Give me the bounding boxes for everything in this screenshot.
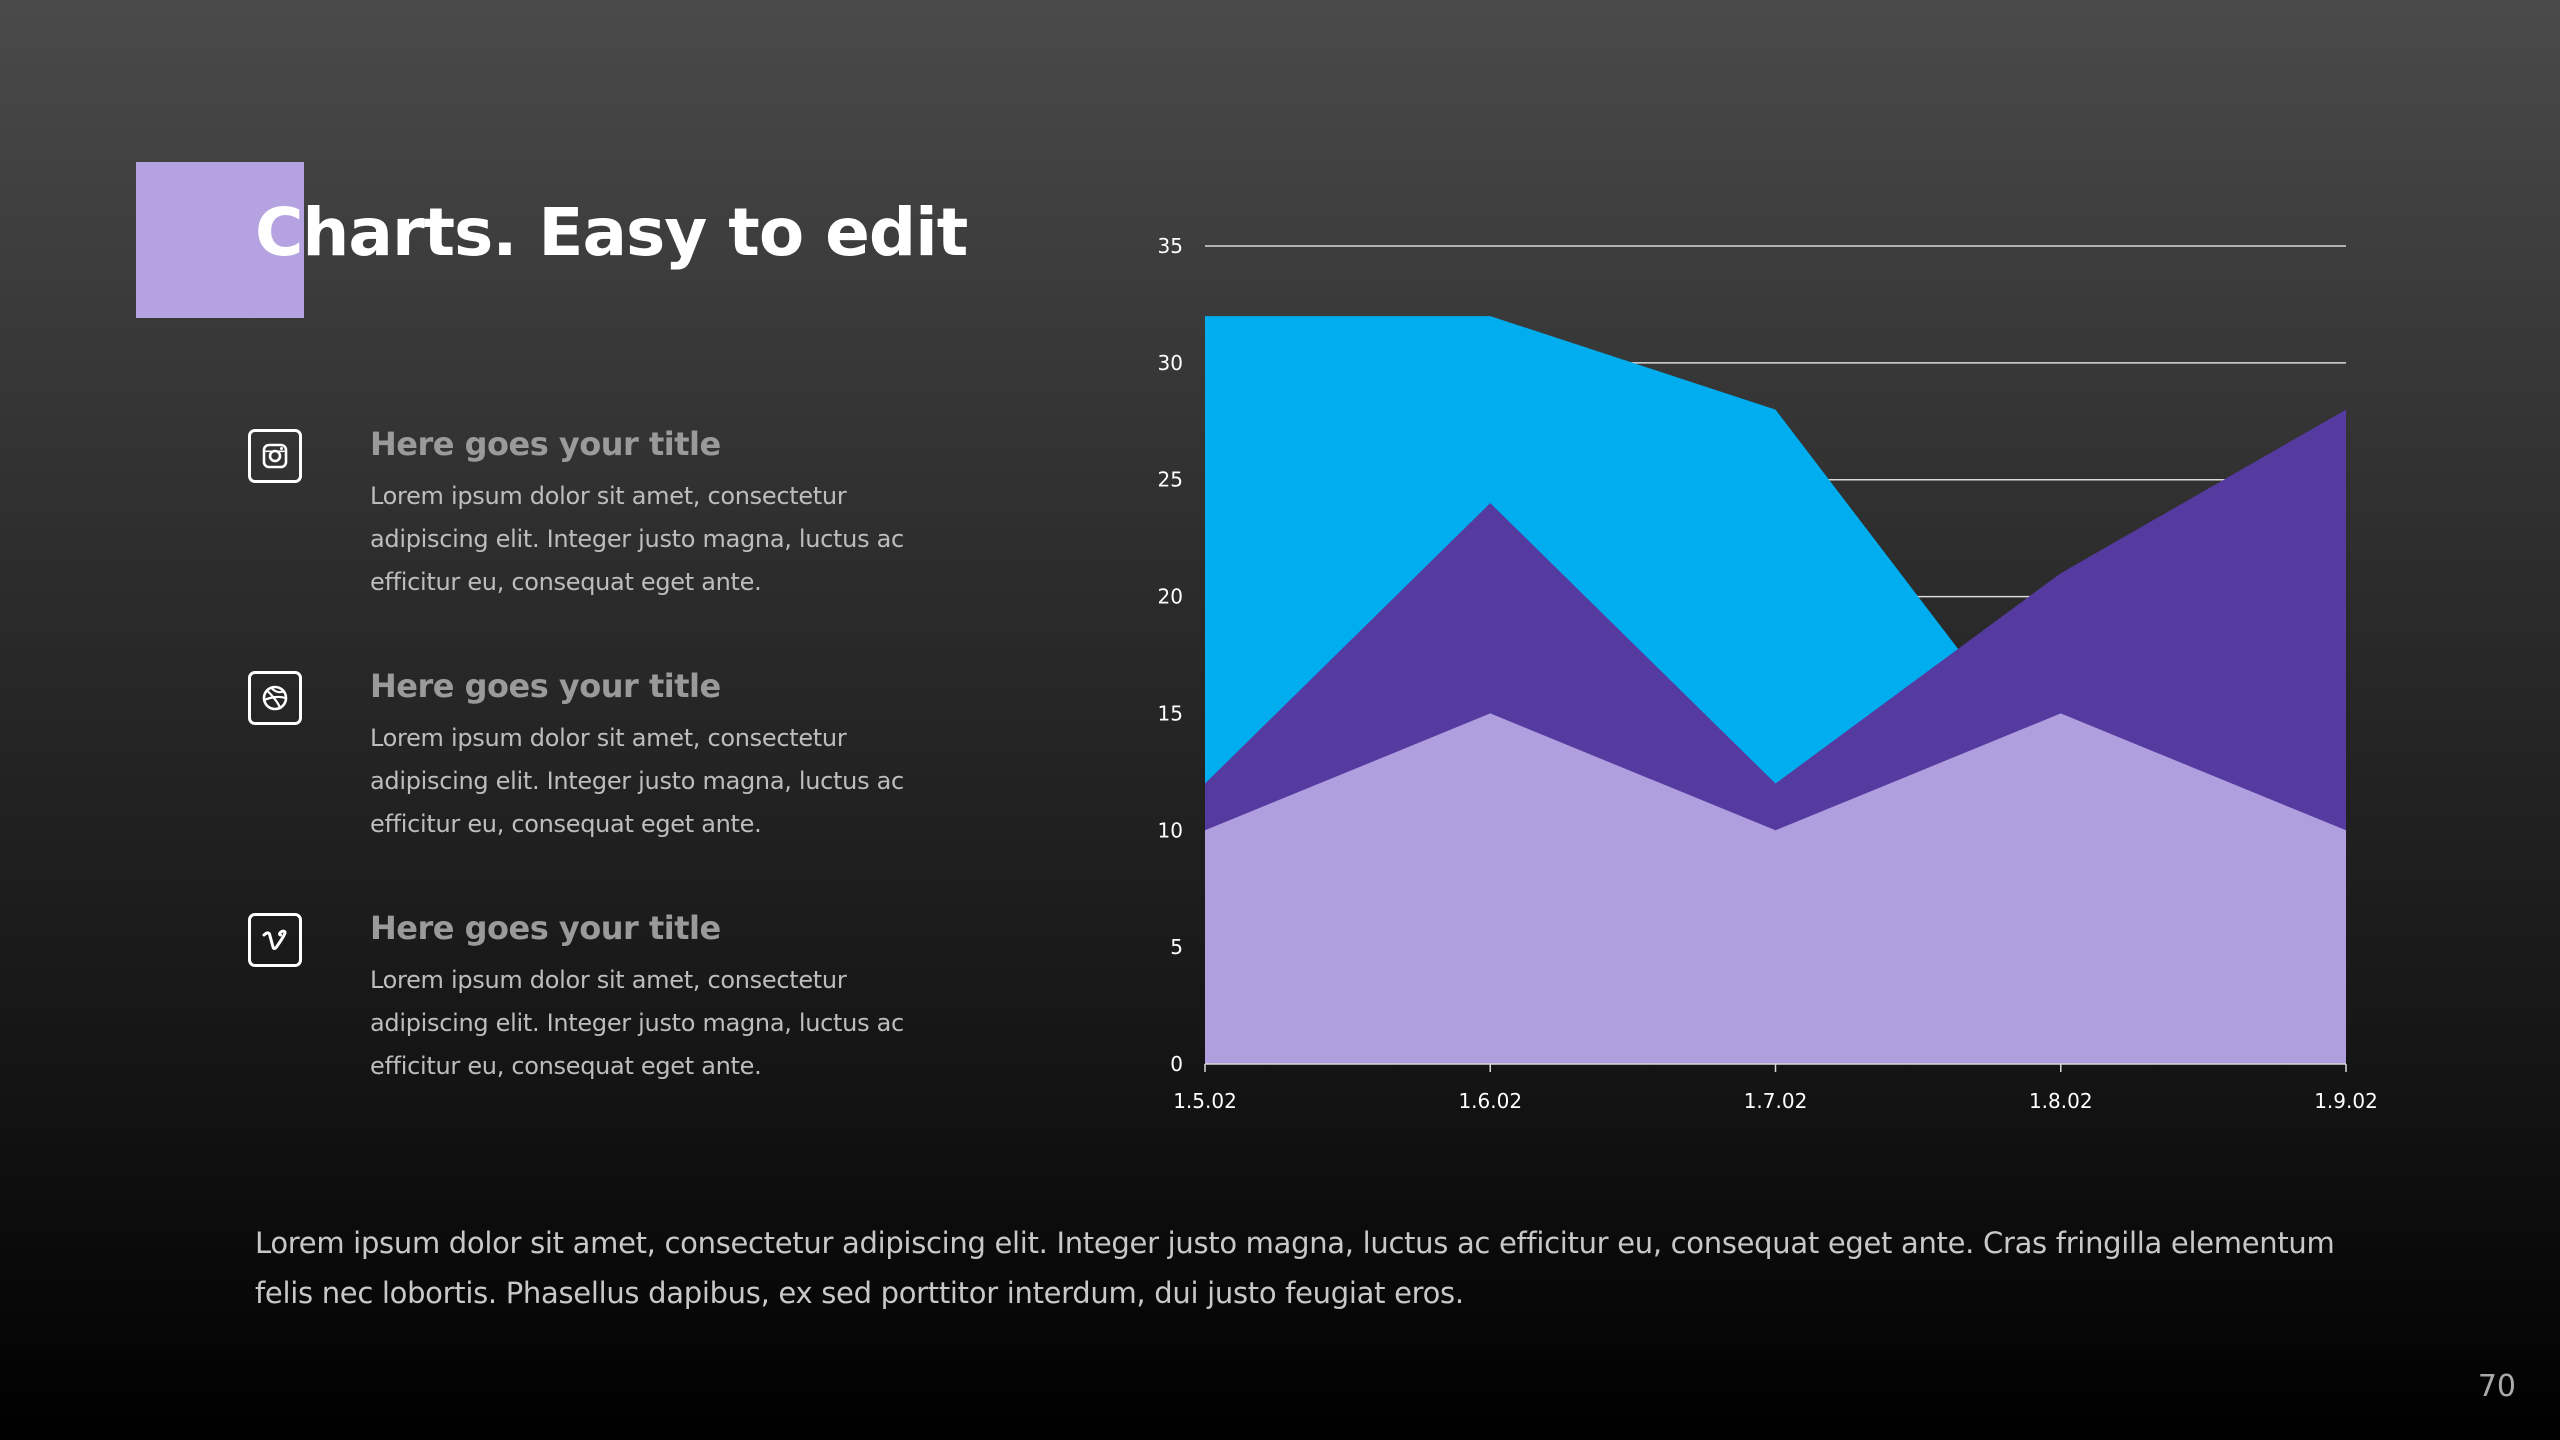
feature-item-2: Here goes your title Lorem ipsum dolor s…	[248, 667, 948, 847]
x-tick-label: 1.7.02	[1744, 1089, 1808, 1113]
feature-description: Lorem ipsum dolor sit amet, consectetur …	[370, 482, 904, 596]
feature-description: Lorem ipsum dolor sit amet, consectetur …	[370, 724, 904, 838]
instagram-icon[interactable]	[248, 429, 302, 483]
x-tick-label: 1.5.02	[1173, 1089, 1237, 1113]
y-tick-label: 30	[1158, 351, 1183, 375]
x-tick-label: 1.9.02	[2314, 1089, 2378, 1113]
y-tick-label: 15	[1158, 701, 1183, 725]
vimeo-icon[interactable]	[248, 913, 302, 967]
feature-title: Here goes your title	[370, 425, 721, 463]
feature-description: Lorem ipsum dolor sit amet, consectetur …	[370, 966, 904, 1080]
area-series-3	[1205, 713, 2346, 1064]
x-tick-label: 1.6.02	[1458, 1089, 1522, 1113]
y-tick-label: 5	[1170, 935, 1183, 959]
feature-item-1: Here goes your title Lorem ipsum dolor s…	[248, 425, 948, 605]
area-series-1	[1205, 316, 2346, 1065]
y-tick-label: 20	[1158, 585, 1183, 609]
y-tick-label: 25	[1158, 468, 1183, 492]
y-tick-label: 0	[1170, 1052, 1183, 1076]
y-tick-label: 10	[1158, 818, 1183, 842]
page-number: 70	[2477, 1369, 2516, 1404]
footer-description: Lorem ipsum dolor sit amet, consectetur …	[255, 1226, 2335, 1310]
page-title: Charts. Easy to edit	[255, 194, 968, 271]
x-tick-label: 1.8.02	[2029, 1089, 2093, 1113]
area-series-2	[1205, 409, 2346, 1065]
feature-title: Here goes your title	[370, 667, 721, 705]
dribbble-icon[interactable]	[248, 671, 302, 725]
feature-title: Here goes your title	[370, 909, 721, 947]
feature-item-3: Here goes your title Lorem ipsum dolor s…	[248, 909, 948, 1089]
y-tick-label: 35	[1158, 234, 1183, 258]
